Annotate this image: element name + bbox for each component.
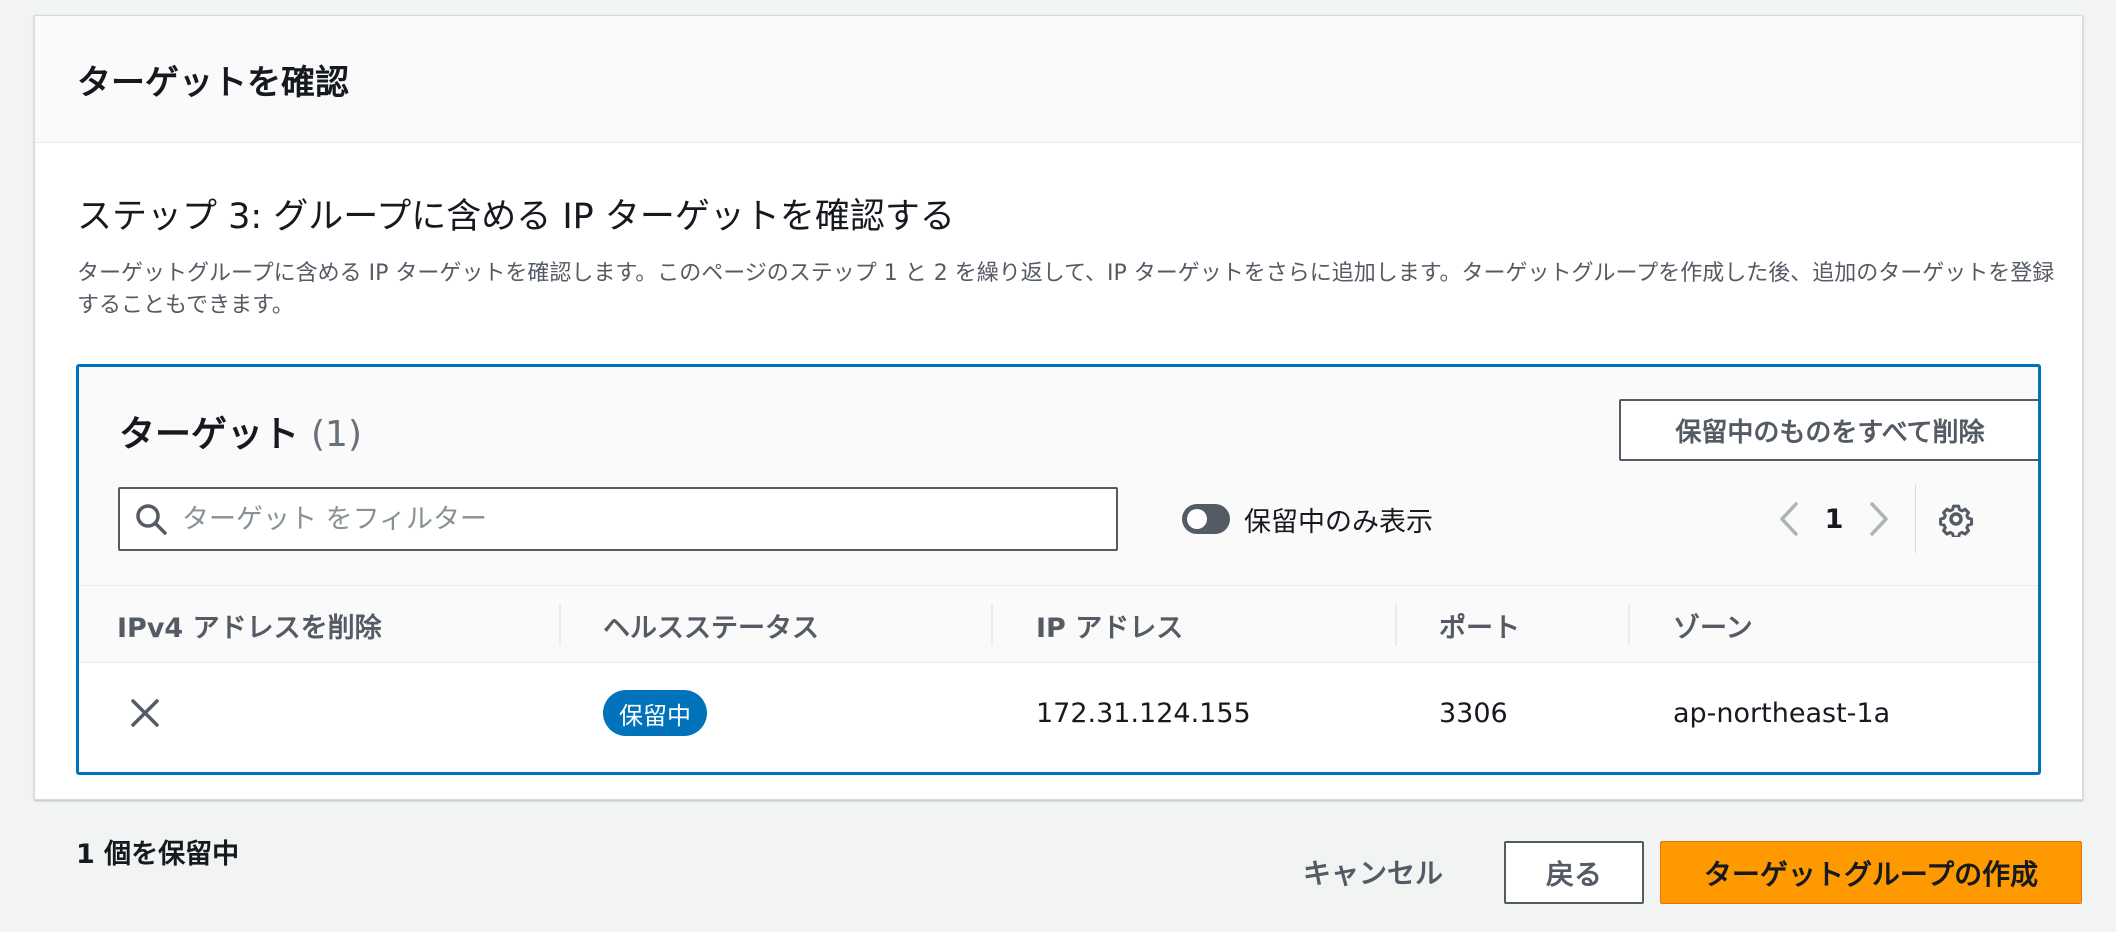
port-cell: 3306 bbox=[1439, 697, 1508, 729]
toggle-switch[interactable] bbox=[1182, 504, 1230, 534]
remove-target-button[interactable] bbox=[125, 693, 165, 733]
table-row: 保留中 172.31.124.155 3306 ap-northeast-1a bbox=[79, 663, 2038, 772]
show-pending-only-toggle[interactable]: 保留中のみ表示 bbox=[1182, 497, 1433, 541]
chevron-left-icon bbox=[1780, 502, 1798, 536]
container-header: ターゲットを確認 bbox=[35, 16, 2082, 143]
targets-count: (1) bbox=[311, 414, 363, 455]
filter-field[interactable] bbox=[118, 487, 1118, 551]
table-header-row: IPv4 アドレスを削除 ヘルスステータス IP アドレス ポート ゾーン bbox=[79, 585, 2038, 663]
health-status-cell: 保留中 bbox=[603, 663, 707, 763]
zone-cell: ap-northeast-1a bbox=[1673, 697, 1891, 729]
close-icon bbox=[131, 699, 159, 727]
remove-target-cell bbox=[125, 663, 165, 763]
ip-address-cell: 172.31.124.155 bbox=[1036, 697, 1251, 729]
cancel-button[interactable]: キャンセル bbox=[1280, 842, 1466, 902]
current-page-number[interactable]: 1 bbox=[1809, 504, 1859, 535]
column-divider bbox=[1395, 604, 1397, 646]
column-divider bbox=[991, 604, 993, 646]
back-button[interactable]: 戻る bbox=[1504, 841, 1644, 904]
chevron-right-icon bbox=[1870, 502, 1888, 536]
pending-count-text: 1 個を保留中 bbox=[76, 839, 240, 870]
remove-all-pending-button[interactable]: 保留中のものをすべて削除 bbox=[1619, 399, 2038, 461]
create-target-group-button[interactable]: ターゲットグループの作成 bbox=[1660, 841, 2082, 904]
column-divider bbox=[1628, 604, 1630, 646]
targets-title-label: ターゲット bbox=[119, 414, 300, 455]
previous-page-button[interactable] bbox=[1769, 497, 1809, 541]
column-header-ip-address[interactable]: IP アドレス bbox=[1036, 586, 1183, 664]
review-targets-container: ターゲットを確認 ステップ 3: グループに含める IP ターゲットを確認する … bbox=[34, 15, 2083, 800]
step-description: ターゲットグループに含める IP ターゲットを確認します。このページのステップ … bbox=[77, 261, 2055, 318]
search-icon bbox=[136, 504, 167, 535]
column-header-port[interactable]: ポート bbox=[1439, 586, 1520, 664]
next-page-button[interactable] bbox=[1859, 497, 1899, 541]
table-settings-button[interactable] bbox=[1916, 495, 1996, 543]
targets-table-header-area: ターゲット (1) 保留中のものをすべて削除 保留中のみ表示 bbox=[79, 367, 2038, 585]
targets-table-panel: ターゲット (1) 保留中のものをすべて削除 保留中のみ表示 bbox=[76, 364, 2041, 775]
gear-icon bbox=[1939, 504, 1974, 537]
column-divider bbox=[559, 604, 561, 646]
container-title: ターゲットを確認 bbox=[77, 62, 349, 103]
column-header-remove[interactable]: IPv4 アドレスを削除 bbox=[117, 586, 382, 664]
column-header-zone[interactable]: ゾーン bbox=[1673, 586, 1753, 664]
toggle-knob bbox=[1187, 509, 1207, 529]
column-header-health-status[interactable]: ヘルスステータス bbox=[603, 586, 819, 664]
targets-title: ターゲット (1) bbox=[119, 405, 362, 457]
filter-input[interactable] bbox=[182, 503, 1082, 535]
step-title: ステップ 3: グループに含める IP ターゲットを確認する bbox=[77, 197, 955, 237]
toggle-label: 保留中のみ表示 bbox=[1244, 506, 1433, 538]
pagination: 1 bbox=[1769, 485, 1996, 553]
status-badge: 保留中 bbox=[603, 690, 707, 736]
